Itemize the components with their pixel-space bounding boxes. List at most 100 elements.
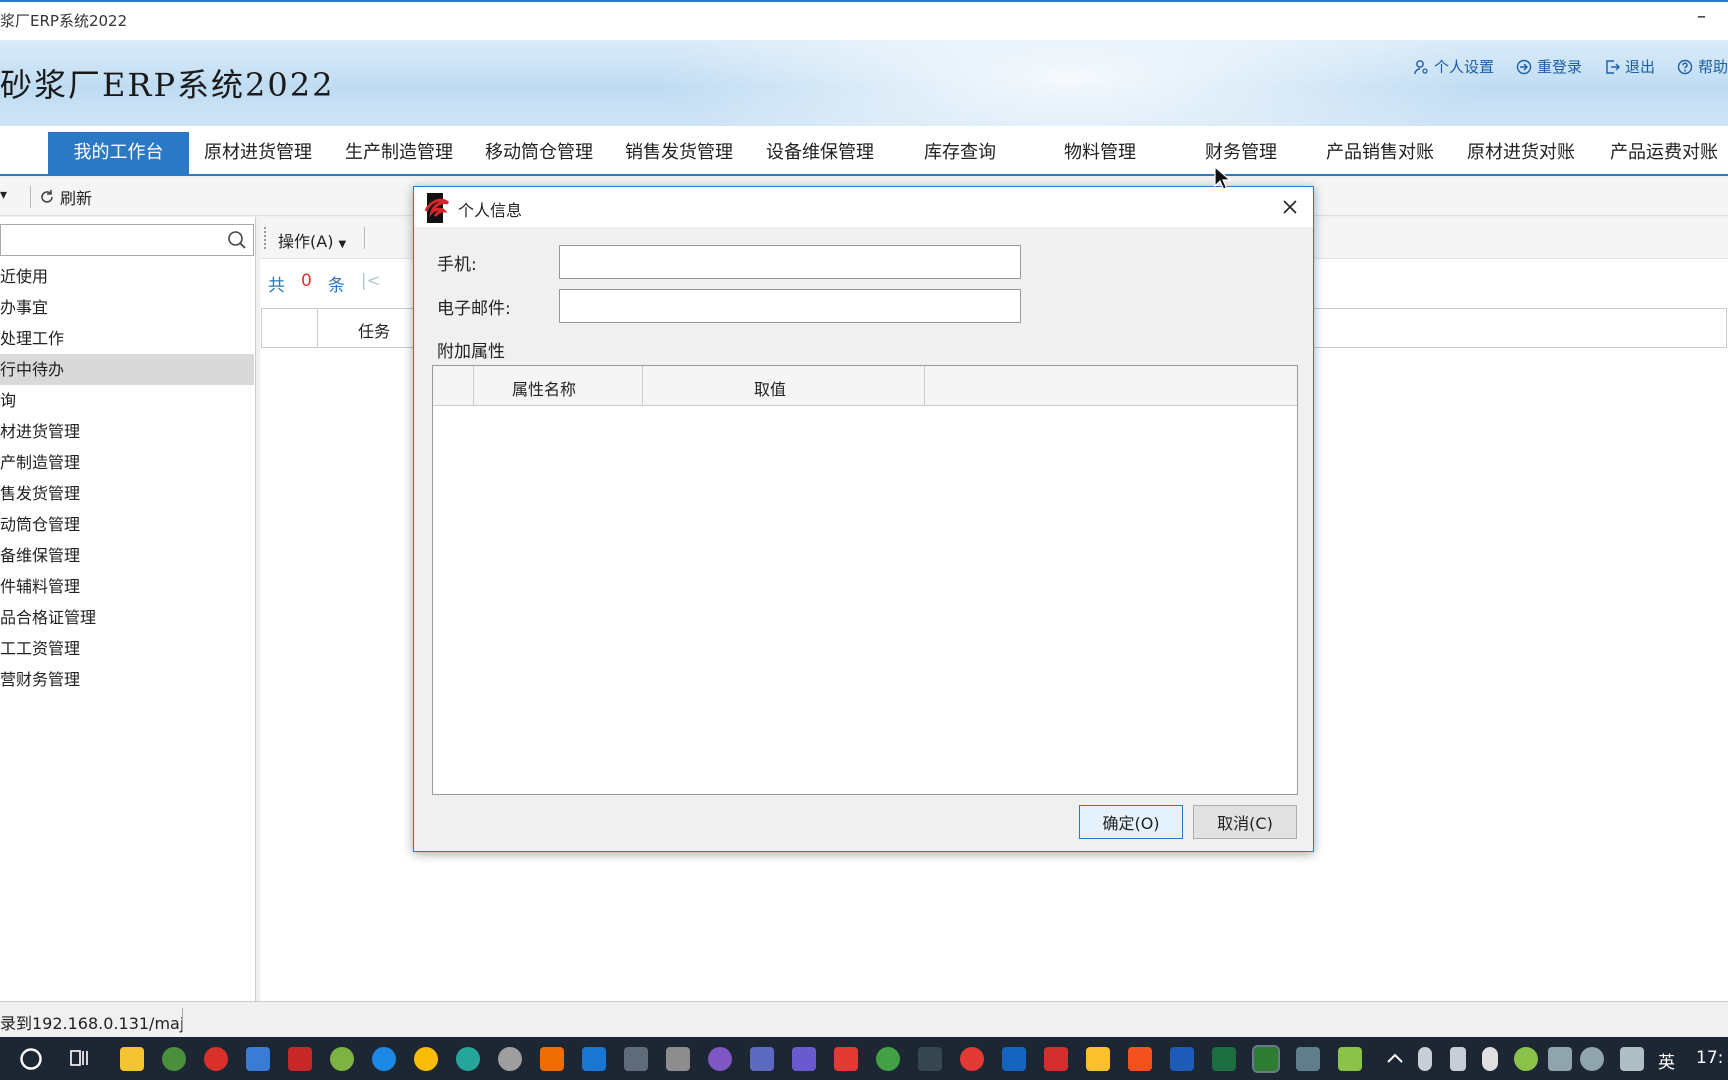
operations-button[interactable]: 操作(A) ▼	[278, 228, 346, 252]
attributes-table: 属性名称 取值	[432, 365, 1298, 795]
security-icon[interactable]	[1482, 1047, 1498, 1071]
red-app-icon[interactable]	[834, 1047, 858, 1071]
plus-app-icon[interactable]	[1514, 1047, 1538, 1071]
camera-app-icon[interactable]	[624, 1047, 648, 1071]
status-bar: 录到192.168.0.131/maj	[0, 1001, 1728, 1037]
phone-input[interactable]	[559, 245, 1021, 279]
ok-button[interactable]: 确定(O)	[1079, 805, 1183, 839]
sidebar-item-certificates[interactable]: 品合格证管理	[0, 602, 254, 633]
sidebar-item-in-progress[interactable]: 行中待办	[0, 354, 254, 385]
sidebar-item-wages[interactable]: 工工资管理	[0, 633, 254, 664]
sidebar-item-mobile-silo[interactable]: 动筒仓管理	[0, 509, 254, 540]
asterisk-app-icon[interactable]	[540, 1047, 564, 1071]
check-app-icon[interactable]	[1044, 1047, 1068, 1071]
sidebar-item-todo[interactable]: 办事宜	[0, 292, 254, 323]
erp-app-icon[interactable]	[1252, 1045, 1280, 1073]
toolbar-dropdown[interactable]: ▾	[0, 187, 7, 203]
attributes-col-name[interactable]: 属性名称	[474, 366, 643, 405]
sidebar-item-sales-shipping[interactable]: 售发货管理	[0, 478, 254, 509]
grid-col-task[interactable]: 任务	[358, 318, 390, 342]
clock[interactable]: 17:	[1696, 1048, 1723, 1068]
chrome-icon[interactable]	[414, 1047, 438, 1071]
search-icon[interactable]	[227, 230, 247, 250]
sidebar-search[interactable]	[0, 224, 254, 256]
relogin-icon	[1516, 59, 1532, 74]
cancel-button[interactable]: 取消(C)	[1193, 805, 1297, 839]
menu-item-workbench[interactable]: 我的工作台	[48, 132, 189, 174]
network-icon[interactable]	[1548, 1047, 1572, 1071]
sidebar-item-recent[interactable]: 近使用	[0, 261, 254, 292]
minimize-button[interactable]: –	[1697, 6, 1706, 27]
menu-item-raw-purchase[interactable]: 原材进货管理	[196, 132, 320, 174]
list-app-icon[interactable]	[582, 1047, 606, 1071]
drop-app-icon[interactable]	[708, 1047, 732, 1071]
pager-count: 0	[301, 271, 312, 291]
notepad-app-icon[interactable]	[1338, 1047, 1362, 1071]
pager-first-button[interactable]: |<	[361, 271, 381, 296]
menu-item-freight-reconcile[interactable]: 产品运费对账	[1600, 132, 1728, 174]
sidebar-item-query[interactable]: 询	[0, 385, 254, 416]
attributes-col-value[interactable]: 取值	[643, 366, 925, 405]
ime-indicator[interactable]: 英	[1658, 1048, 1675, 1073]
dialog-close-button[interactable]	[1283, 194, 1297, 219]
os-taskbar: 英 17:	[0, 1037, 1728, 1080]
chevron-up-icon[interactable]	[1383, 1047, 1407, 1071]
remote-app-icon[interactable]	[750, 1047, 774, 1071]
attributes-col-name-label: 属性名称	[512, 380, 577, 399]
file-explorer-icon[interactable]	[120, 1047, 144, 1071]
notes-app-icon[interactable]	[1086, 1047, 1110, 1071]
refresh-button[interactable]: 刷新	[38, 185, 92, 209]
attributes-select-column[interactable]	[433, 366, 474, 405]
sidebar-item-processed[interactable]: 处理工作	[0, 323, 254, 354]
qq-icon[interactable]	[204, 1047, 228, 1071]
grid-select-column[interactable]	[262, 309, 318, 347]
menu-item-sales-shipping[interactable]: 销售发货管理	[617, 132, 741, 174]
menu-item-equipment[interactable]: 设备维保管理	[758, 132, 882, 174]
sidebar-item-accessories[interactable]: 件辅料管理	[0, 571, 254, 602]
user-settings-icon	[1414, 59, 1428, 74]
email-input[interactable]	[559, 289, 1021, 323]
ie-icon[interactable]	[330, 1047, 354, 1071]
wechat-icon[interactable]	[876, 1047, 900, 1071]
slides-app-icon[interactable]	[1128, 1047, 1152, 1071]
phone-label: 手机:	[437, 255, 477, 275]
calculator-icon[interactable]	[1296, 1047, 1320, 1071]
sidebar-item-equipment[interactable]: 备维保管理	[0, 540, 254, 571]
tool-app-icon[interactable]	[666, 1047, 690, 1071]
menu-item-inventory[interactable]: 库存查询	[904, 132, 1016, 174]
menu-item-production[interactable]: 生产制造管理	[337, 132, 461, 174]
relogin-link[interactable]: 重登录	[1516, 56, 1582, 77]
menu-item-finance[interactable]: 财务管理	[1185, 132, 1297, 174]
globe-app-icon[interactable]	[456, 1047, 480, 1071]
pen-icon[interactable]	[1620, 1047, 1644, 1071]
pdf-icon[interactable]	[288, 1047, 312, 1071]
word-icon[interactable]	[1170, 1047, 1194, 1071]
box-app-icon[interactable]	[918, 1047, 942, 1071]
menu-item-sales-reconcile[interactable]: 产品销售对账	[1318, 132, 1442, 174]
edge-icon[interactable]	[372, 1047, 396, 1071]
task-view-icon[interactable]	[68, 1047, 92, 1071]
sidebar-search-input[interactable]	[5, 226, 215, 254]
help-label: 帮助	[1697, 58, 1728, 76]
media-app-icon[interactable]	[498, 1047, 522, 1071]
menu-item-raw-reconcile[interactable]: 原材进货对账	[1459, 132, 1583, 174]
help-link[interactable]: 帮助	[1677, 56, 1728, 77]
menu-item-mobile-silo[interactable]: 移动筒仓管理	[477, 132, 601, 174]
sogou-icon[interactable]	[960, 1047, 984, 1071]
chevron-down-icon: ▼	[338, 239, 347, 250]
sidebar-item-raw-purchase[interactable]: 材进货管理	[0, 416, 254, 447]
sidebar-item-operating-finance[interactable]: 营财务管理	[0, 664, 254, 695]
menu-item-materials[interactable]: 物料管理	[1044, 132, 1156, 174]
calendar-app-icon[interactable]	[246, 1047, 270, 1071]
cortana-icon[interactable]	[18, 1046, 44, 1072]
wps-icon[interactable]	[1002, 1047, 1026, 1071]
sidebar-item-production[interactable]: 产制造管理	[0, 447, 254, 478]
user-settings-link[interactable]: 个人设置	[1413, 56, 1494, 77]
excel-icon[interactable]	[1212, 1047, 1236, 1071]
usb-icon[interactable]	[1450, 1047, 1466, 1071]
logout-link[interactable]: 退出	[1604, 56, 1655, 77]
browser-360-icon[interactable]	[162, 1047, 186, 1071]
volume-icon[interactable]	[1580, 1047, 1604, 1071]
microphone-icon[interactable]	[1418, 1047, 1432, 1071]
scissors-app-icon[interactable]	[792, 1047, 816, 1071]
